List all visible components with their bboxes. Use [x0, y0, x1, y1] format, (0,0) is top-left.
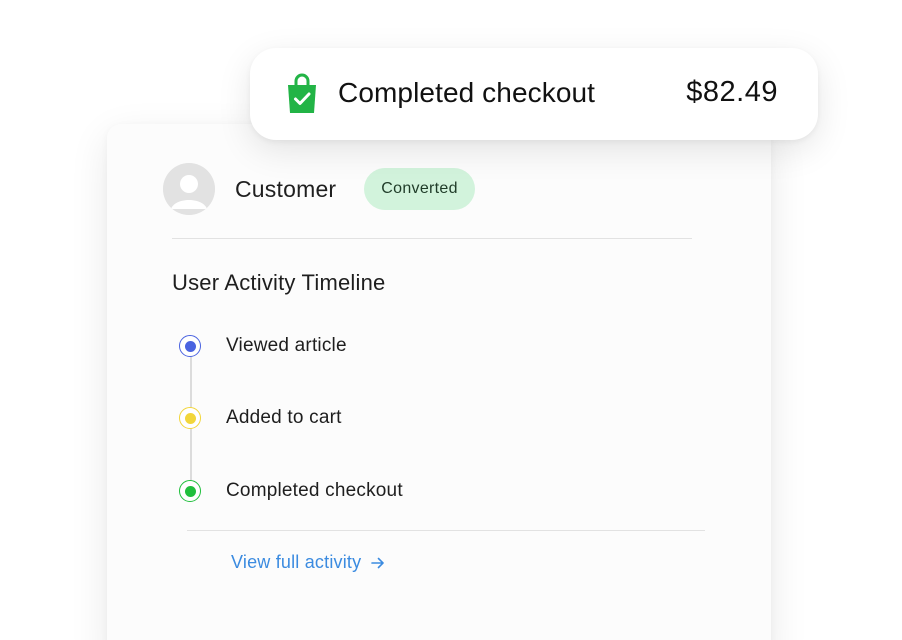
activity-illustration: Customer Converted User Activity Timelin… — [0, 0, 902, 640]
timeline-dot-yellow — [179, 407, 201, 429]
status-badge: Converted — [364, 168, 475, 210]
timeline-item: Viewed article — [177, 332, 347, 360]
timeline-item-label: Added to cart — [226, 407, 342, 428]
timeline-item: Added to cart — [177, 404, 342, 432]
arrow-right-icon — [371, 556, 385, 570]
activity-timeline: Viewed article Added to cart Completed c… — [177, 332, 677, 512]
customer-card: Customer Converted User Activity Timelin… — [107, 124, 771, 640]
timeline-dot-green — [179, 480, 201, 502]
view-full-activity-link[interactable]: View full activity — [231, 552, 385, 573]
divider — [187, 530, 705, 531]
checkout-notification: Completed checkout $82.49 — [250, 48, 818, 140]
timeline-title: User Activity Timeline — [172, 270, 386, 295]
view-full-activity-label: View full activity — [231, 552, 362, 572]
notification-text: Completed checkout — [338, 77, 596, 108]
shopping-bag-check-icon — [286, 72, 318, 114]
customer-header: Customer Converted — [163, 162, 693, 216]
customer-name: Customer — [235, 175, 337, 202]
timeline-item: Completed checkout — [177, 477, 403, 505]
timeline-item-label: Viewed article — [226, 335, 347, 356]
timeline-dot-blue — [179, 335, 201, 357]
divider — [172, 238, 692, 239]
timeline-item-label: Completed checkout — [226, 480, 403, 501]
order-amount: $82.49 — [686, 76, 778, 108]
user-avatar-icon — [163, 163, 215, 215]
